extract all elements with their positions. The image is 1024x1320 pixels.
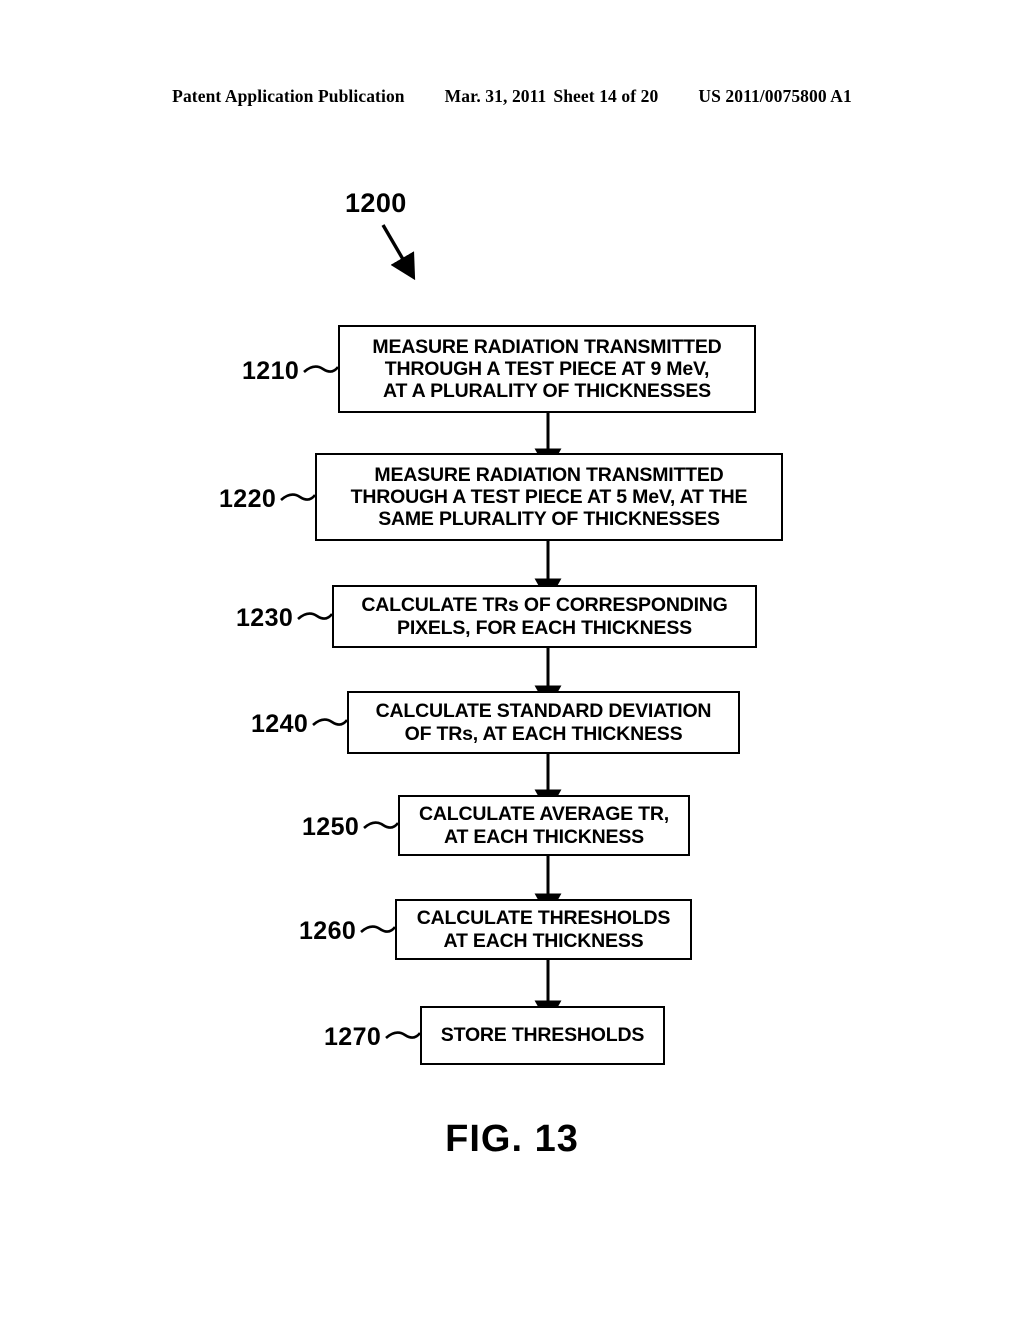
reference-numeral-1230: 1230 <box>236 604 294 632</box>
flow-step-1220-line-2: THROUGH A TEST PIECE AT 5 MeV, AT THE <box>350 485 748 508</box>
diagram-pointer-arrow <box>381 224 416 281</box>
flow-step-1210-line-2: THROUGH A TEST PIECE AT 9 MeV, <box>384 357 710 380</box>
leader-line-1250 <box>363 821 400 829</box>
flow-step-1210-line-3: AT A PLURALITY OF THICKNESSES <box>383 380 711 403</box>
flow-step-1240-line-1: CALCULATE STANDARD DEVIATION <box>375 700 712 723</box>
flow-step-1230: CALCULATE TRs OF CORRESPONDING PIXELS, F… <box>332 585 757 648</box>
leader-line-1210 <box>303 365 340 373</box>
reference-numeral-1250: 1250 <box>302 813 360 841</box>
flow-step-1230-line-2: PIXELS, FOR EACH THICKNESS <box>397 616 692 639</box>
flow-step-1250-line-1: CALCULATE AVERAGE TR, <box>418 803 669 826</box>
leader-line-1220 <box>280 493 317 501</box>
flow-step-1250-line-2: AT EACH THICKNESS <box>444 825 644 848</box>
flow-step-1230-line-1: CALCULATE TRs OF CORRESPONDING <box>361 594 728 617</box>
flow-step-1270: STORE THRESHOLDS <box>420 1006 665 1065</box>
reference-numeral-1270: 1270 <box>324 1023 382 1051</box>
flow-step-1240-line-2: OF TRs, AT EACH THICKNESS <box>404 722 683 745</box>
flow-step-1220-line-3: SAME PLURALITY OF THICKNESSES <box>378 508 720 531</box>
flow-step-1240: CALCULATE STANDARD DEVIATION OF TRs, AT … <box>347 691 740 754</box>
leader-line-1270 <box>385 1031 422 1039</box>
flow-step-1220-line-1: MEASURE RADIATION TRANSMITTED <box>374 463 724 486</box>
figure-caption: FIG. 13 <box>445 1118 579 1160</box>
reference-numeral-1210: 1210 <box>242 357 300 385</box>
flow-step-1250: CALCULATE AVERAGE TR, AT EACH THICKNESS <box>398 795 690 856</box>
flow-step-1260: CALCULATE THRESHOLDS AT EACH THICKNESS <box>395 899 692 960</box>
patent-figure: 1200 1210 1220 1230 1240 1250 1260 1270 … <box>0 0 1024 1320</box>
flow-step-1210-line-1: MEASURE RADIATION TRANSMITTED <box>372 335 722 358</box>
flow-step-1260-line-2: AT EACH THICKNESS <box>443 929 644 952</box>
reference-numeral-1220: 1220 <box>219 485 277 513</box>
flow-step-1210: MEASURE RADIATION TRANSMITTED THROUGH A … <box>338 325 756 413</box>
flow-step-1260-line-1: CALCULATE THRESHOLDS <box>416 907 671 930</box>
flow-step-1220: MEASURE RADIATION TRANSMITTED THROUGH A … <box>315 453 783 541</box>
reference-numeral-1240: 1240 <box>251 710 309 738</box>
reference-numeral-1260: 1260 <box>299 917 357 945</box>
leader-line-1260 <box>360 925 397 933</box>
leader-line-1240 <box>312 718 349 726</box>
leader-line-1230 <box>297 612 334 620</box>
reference-numeral-1200: 1200 <box>345 188 407 218</box>
flow-step-1270-line-1: STORE THRESHOLDS <box>440 1024 645 1047</box>
